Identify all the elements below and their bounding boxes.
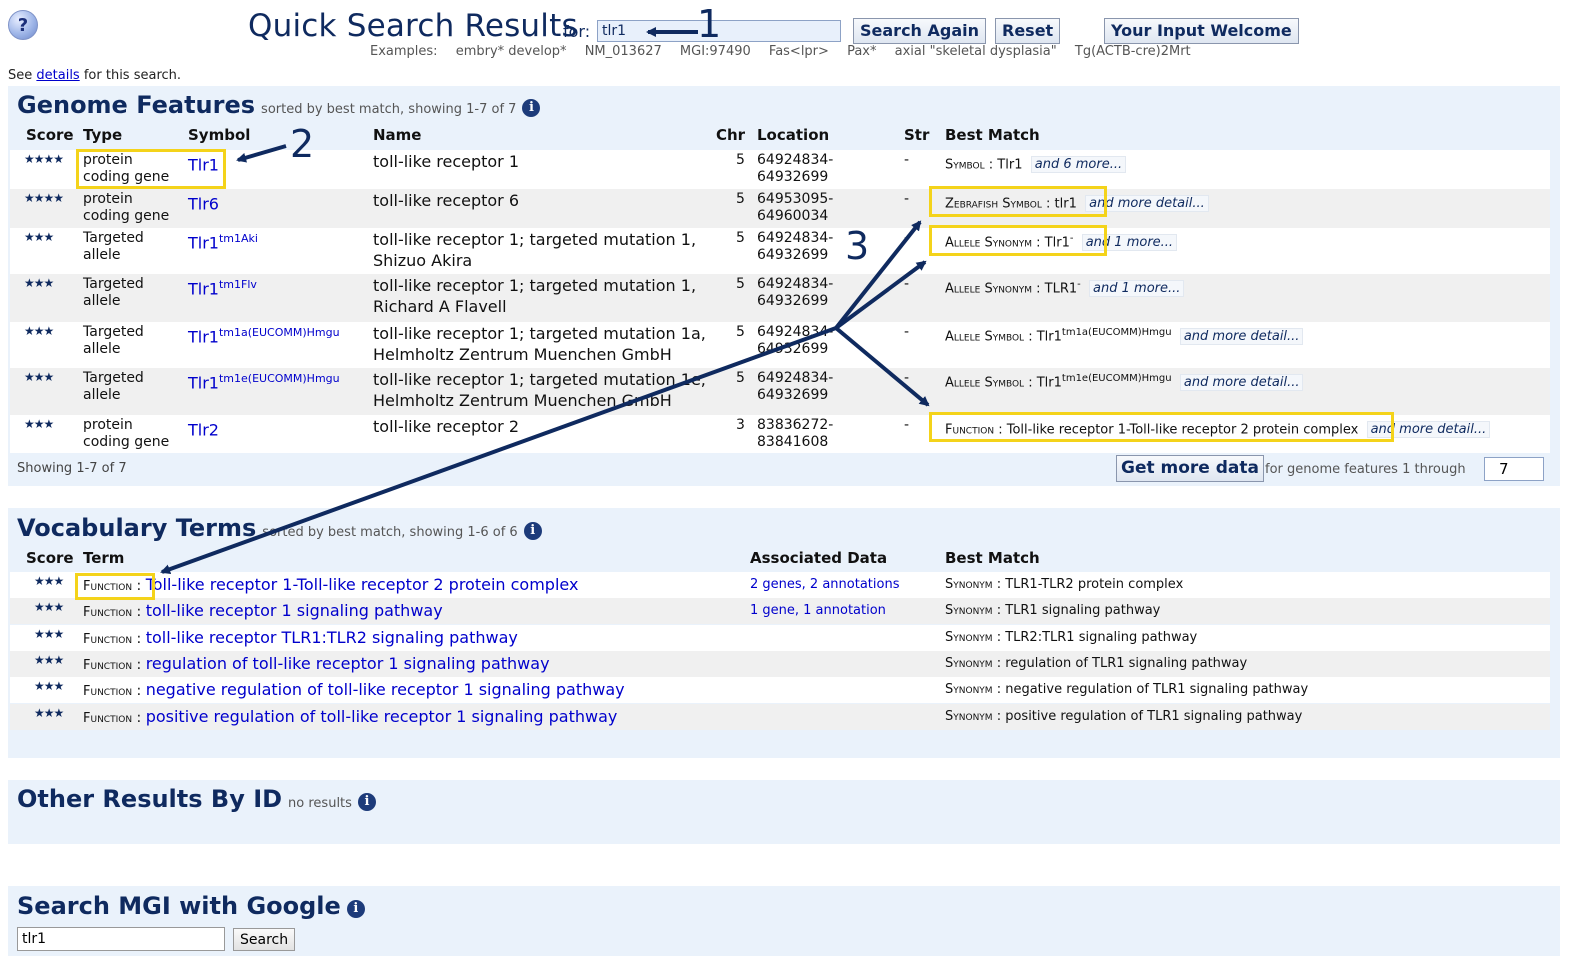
arrow-2 <box>236 144 287 163</box>
annotation-arrows <box>160 27 930 574</box>
arrow-3c <box>834 326 930 407</box>
arrow-3d <box>160 326 837 574</box>
